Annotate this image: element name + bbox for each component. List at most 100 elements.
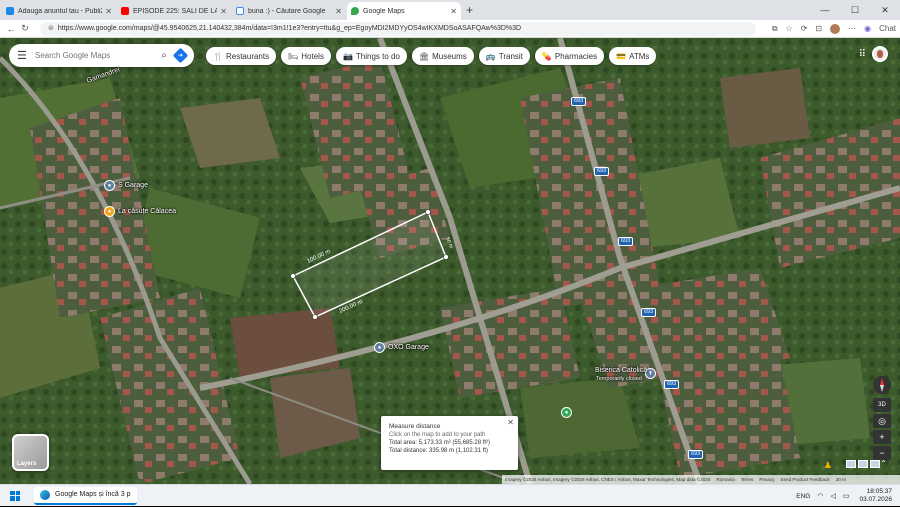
taskbar-app-edge[interactable]: Google Maps și încă 3 p [34,486,137,505]
edge-icon [40,489,50,500]
chip-things-to-do[interactable]: 📷 Things to do [335,47,407,65]
layers-button[interactable]: Layers [12,434,49,471]
search-icon[interactable]: ⌕ [161,50,167,61]
collections-icon[interactable]: ⊡ [815,24,822,33]
extensions-icon[interactable]: ⟳ [801,24,808,33]
restaurant-icon: 🍴 [213,51,223,61]
apps-grid-icon[interactable]: ⠿ [859,49,866,60]
reload-icon[interactable]: ↻ [18,23,32,34]
google-favicon-icon [236,7,244,15]
chip-transit[interactable]: 🚌 Transit [478,47,530,65]
chip-label: Museums [432,51,467,61]
thumbnail[interactable] [858,460,868,468]
address-bar: ← ↻ ⊜ https://www.google.com/maps/@45.954… [0,20,900,38]
directions-icon[interactable]: ➜ [172,47,189,64]
compass-icon[interactable] [873,376,891,394]
chip-label: Hotels [301,51,324,61]
close-window-icon[interactable]: ✕ [870,0,900,20]
camera-icon: 📷 [342,51,353,61]
close-icon[interactable]: ✕ [507,418,514,427]
chip-atms[interactable]: 💳 ATMs [609,47,657,65]
chip-museums[interactable]: 🏛 Museums [411,47,474,65]
translate-icon[interactable]: ⧉ [772,24,778,34]
measure-point[interactable] [425,209,431,215]
garage-pin-icon[interactable]: ● [104,180,115,191]
zoom-out-button[interactable]: − [873,446,891,460]
tab-publi24[interactable]: Adauga anuntul tau - Publi24 ✕ [2,2,116,20]
search-input[interactable] [35,51,162,60]
maximize-icon[interactable]: ☐ [840,0,870,20]
bus-icon: 🚌 [485,51,496,61]
pegman-icon[interactable]: ♟ [824,460,832,471]
thumbnail[interactable] [846,460,856,468]
wifi-icon[interactable]: ◠ [817,492,823,500]
place-label-calacea[interactable]: La căsuțe Călacea [118,208,176,215]
more-icon[interactable]: ⋯ [848,24,856,33]
site-info-icon[interactable]: ⊜ [48,25,54,32]
road-number: 693 [664,380,680,389]
bookmark-icon[interactable]: ☆ [786,24,793,33]
place-label-garage[interactable]: S Garage [118,182,148,189]
minimize-icon[interactable]: — [810,0,840,20]
chip-label: Pharmacies [554,51,598,61]
clock[interactable]: 18:05:37 03.07.2026 [859,488,892,504]
windows-start-icon[interactable] [10,490,20,501]
scale-label[interactable]: 20 m [836,475,846,484]
url-field[interactable]: ⊜ https://www.google.com/maps/@45.9540625… [40,21,756,36]
tilt-3d-button[interactable]: 3D [873,398,891,412]
menu-icon[interactable]: ☰ [17,49,35,62]
close-icon[interactable]: ✕ [105,7,112,16]
measure-hint: Click on the map to add to your path [389,432,486,438]
chat-label[interactable]: Chat [879,24,896,33]
close-icon[interactable]: ✕ [335,7,342,16]
taskbar: Google Maps și încă 3 p ENG ◠ ◁ ▭ 18:05:… [0,484,900,506]
imagery-thumbnails[interactable] [844,460,880,468]
map-controls: 3D ◎ + − [873,376,891,462]
park-pin-icon[interactable]: ● [561,407,572,418]
measure-point[interactable] [312,314,318,320]
copilot-icon[interactable]: ◉ [864,24,871,33]
measure-distance: Total distance: 335.98 m (1,102.31 ft) [389,448,489,454]
place-label-church[interactable]: Biserica Catolică [595,367,647,374]
expand-icon[interactable]: ⌃ [880,459,887,468]
url-text: https://www.google.com/maps/@45.9540625,… [57,24,522,32]
chip-label: Restaurants [225,51,270,61]
battery-icon[interactable]: ▭ [843,492,850,500]
my-location-icon[interactable]: ◎ [873,414,891,428]
close-icon[interactable]: ✕ [220,7,227,16]
place-label-oxo-garage[interactable]: OXO Garage [388,344,429,351]
atm-icon: 💳 [616,51,627,61]
tab-google-maps[interactable]: Google Maps ✕ [347,2,461,20]
close-icon[interactable]: ✕ [450,7,457,16]
chip-restaurants[interactable]: 🍴 Restaurants [206,47,277,65]
tab-label: buna :) - Căutare Google [248,7,326,15]
language-indicator[interactable]: ENG [796,493,810,500]
zoom-in-button[interactable]: + [873,430,891,444]
browser-profile-avatar[interactable] [830,23,841,34]
measure-point[interactable] [443,254,449,260]
chip-pharmacies[interactable]: 💊 Pharmacies [534,47,605,65]
window-controls: — ☐ ✕ [810,0,900,20]
maps-favicon-icon [351,7,359,15]
chip-hotels[interactable]: 🛏 Hotels [281,47,331,65]
privacy-link[interactable]: Privacy [759,475,774,484]
back-icon[interactable]: ← [4,24,18,34]
map-canvas[interactable]: 100.00 m 200.00 m 50 m ☰ ⌕ ➜ 🍴Restaurant… [0,38,900,484]
garage-pin-icon[interactable]: ● [374,342,385,353]
volume-icon[interactable]: ◁ [830,492,835,500]
thumbnail[interactable] [870,460,880,468]
measure-point[interactable] [290,273,296,279]
layers-label: Layers [17,461,37,467]
search-box[interactable]: ☰ ⌕ ➜ [9,44,194,67]
tab-strip: Adauga anuntul tau - Publi24 ✕ EPISODE 2… [0,0,900,20]
new-tab-button[interactable]: + [466,2,473,20]
terms-link[interactable]: Terms [741,475,754,484]
tab-google-search[interactable]: buna :) - Căutare Google ✕ [232,2,346,20]
account-avatar[interactable] [872,46,888,62]
measure-polygon [291,210,447,318]
feedback-link[interactable]: Send Product Feedback [780,475,829,484]
restaurant-pin-icon[interactable]: ● [104,206,115,217]
measure-distance-panel: ✕ Measure distance Click on the map to a… [381,416,518,470]
tab-youtube[interactable]: EPISODE 225: SALI DE LA MEDGID ✕ [117,2,231,20]
road-number: 693 [594,167,610,176]
